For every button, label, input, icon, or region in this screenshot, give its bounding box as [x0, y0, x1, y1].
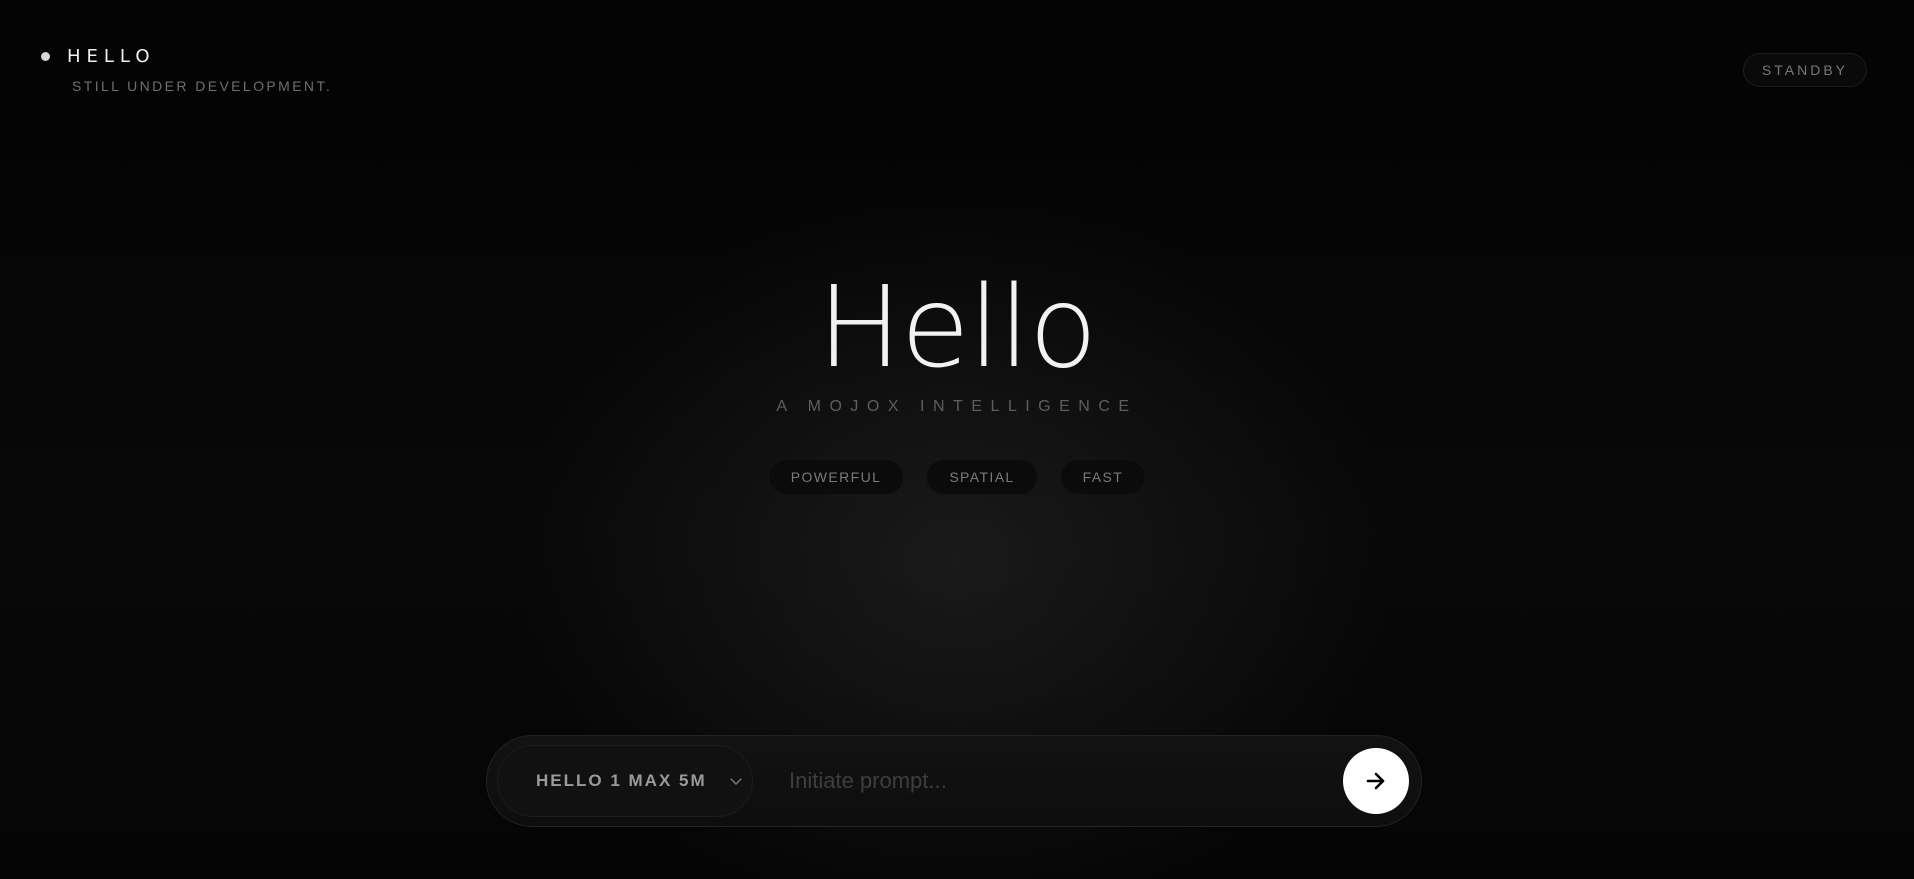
brand-title: HELLO	[67, 46, 156, 67]
hero-title: Hello	[817, 263, 1098, 393]
model-selector[interactable]: HELLO 1 MAX 5M	[497, 745, 753, 817]
hero: Hello A MOJOX INTELLIGENCE	[0, 268, 1914, 416]
prompt-composer: HELLO 1 MAX 5M	[486, 735, 1422, 827]
feature-tags: POWERFUL SPATIAL FAST	[0, 459, 1914, 495]
hero-subtitle: A MOJOX INTELLIGENCE	[776, 398, 1138, 415]
tag-spatial: SPATIAL	[926, 459, 1038, 495]
model-label: HELLO 1 MAX 5M	[536, 771, 707, 790]
tag-powerful: POWERFUL	[767, 459, 905, 495]
arrow-right-icon	[1365, 770, 1387, 792]
chevron-down-icon	[729, 774, 743, 788]
brand-header: HELLO	[41, 46, 156, 67]
tag-fast: FAST	[1059, 459, 1147, 495]
app-root: HELLO STILL UNDER DEVELOPMENT. STANDBY H…	[0, 0, 1914, 879]
send-button[interactable]	[1343, 748, 1409, 814]
brand-subtitle: STILL UNDER DEVELOPMENT.	[72, 78, 333, 94]
prompt-input[interactable]	[789, 751, 1343, 811]
status-badge[interactable]: STANDBY	[1742, 53, 1867, 87]
dot-icon	[41, 52, 50, 61]
